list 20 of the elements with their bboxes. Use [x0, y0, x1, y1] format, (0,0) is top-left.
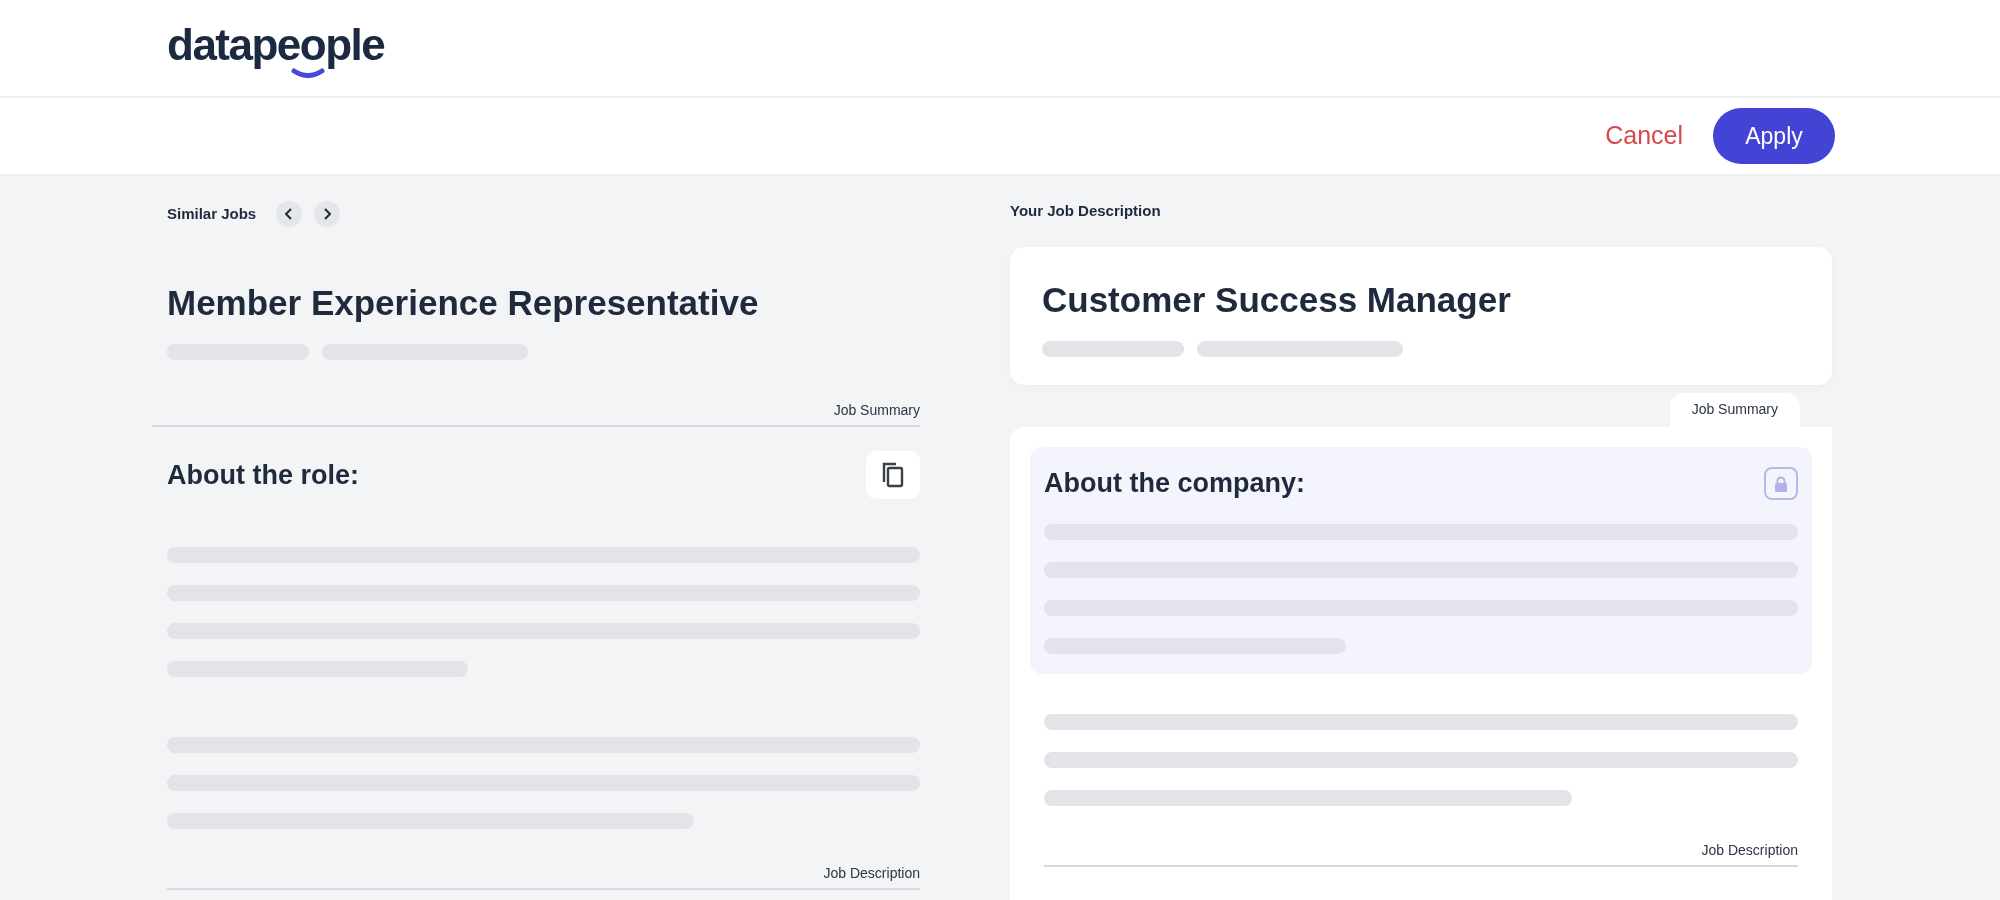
- next-button[interactable]: [314, 201, 341, 227]
- logo-text: datapeople: [167, 23, 385, 67]
- section-heading: About the company:: [1044, 467, 1305, 500]
- cancel-button[interactable]: Cancel: [1605, 117, 1683, 155]
- section-label: Your Job Description: [1010, 201, 1161, 222]
- chevron-left-icon: [284, 208, 295, 220]
- section-heading: About the role:: [167, 458, 359, 492]
- job-title: Customer Success Manager: [1042, 279, 1512, 321]
- section-label: Job Description: [1701, 841, 1798, 860]
- lock-icon: [1764, 467, 1798, 500]
- section-label: Similar Jobs: [167, 203, 257, 224]
- copy-icon: [882, 462, 904, 488]
- apply-button[interactable]: Apply: [1713, 108, 1835, 164]
- job-title: Member Experience Representative: [167, 282, 760, 324]
- copy-button[interactable]: [866, 451, 920, 499]
- previous-button[interactable]: [276, 201, 303, 227]
- section-label: Job Summary: [833, 401, 920, 420]
- chevron-right-icon: [322, 208, 333, 220]
- smile-icon: [291, 68, 325, 78]
- section-label: Job Description: [823, 864, 920, 883]
